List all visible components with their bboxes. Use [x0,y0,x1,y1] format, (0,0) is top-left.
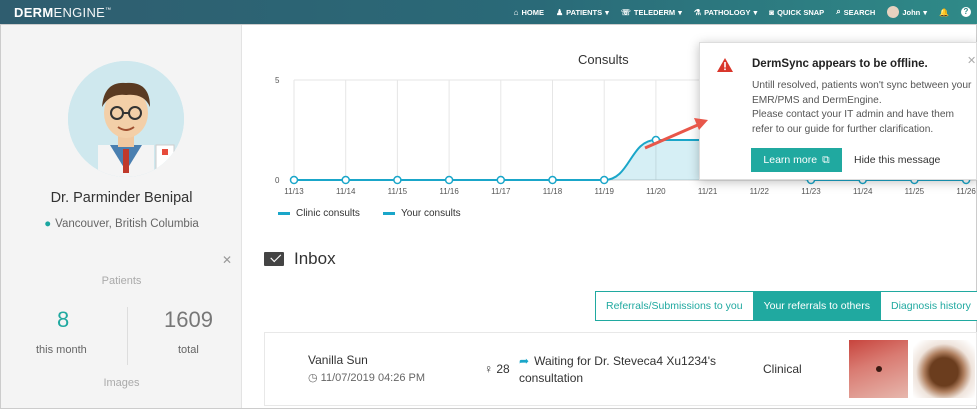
dermsync-offline-popup: DermSync appears to be offline. Untill r… [699,42,977,180]
warning-icon [717,58,733,72]
chart-title: Consults [578,52,629,67]
patients-total-label: total [178,344,199,356]
location-pin-icon: ● [44,218,52,230]
patients-this-month-value: 8 [57,307,70,332]
notifications-button[interactable]: 🔔 [939,8,949,17]
clock-icon: ◷ [308,372,321,384]
caret-down-icon: ▾ [923,7,928,17]
camera-icon: ◙ [769,7,775,17]
patients-total-value: 1609 [164,307,213,332]
hide-message-link[interactable]: Hide this message [854,154,940,166]
profile-panel: Dr. Parminder Benipal ● Vancouver, Britis… [1,25,242,408]
tab-your-referrals[interactable]: Your referrals to others [753,291,881,321]
nav-home[interactable]: ⌂ HOME [514,8,544,17]
tab-referrals-to-you[interactable]: Referrals/Submissions to you [595,291,754,321]
telederm-icon: ☏ [620,7,631,17]
search-icon: ⌕ [836,7,841,16]
popup-body: Untill resolved, patients won't sync bet… [752,80,972,135]
inbox-tabs: Referrals/Submissions to you Your referr… [595,291,977,321]
forward-arrow-icon: ➦ [519,354,530,368]
help-button[interactable]: ? [961,7,971,17]
legend-yours[interactable]: Your consults [383,208,461,219]
brand-logo[interactable]: DERMENGINE™ [14,5,111,20]
user-menu[interactable]: John ▾ [887,6,927,18]
caret-down-icon: ▾ [678,7,682,17]
referral-type: Clinical [763,362,802,376]
home-icon: ⌂ [513,7,519,17]
images-heading: Images [103,377,140,389]
person-icon: ♀ [484,362,497,376]
patients-this-month-label: this month [36,344,87,356]
inbox-heading: Inbox [264,249,336,269]
envelope-icon [264,252,284,266]
legend-swatch [278,212,290,215]
referral-status: ➦ Waiting for Dr. Steveca4 Xu1234's consu… [519,354,717,385]
patients-icon: ♟ [555,7,564,17]
bell-icon: 🔔 [939,7,949,17]
doctor-name: Dr. Parminder Benipal [50,190,193,206]
main-nav: ⌂ HOME ♟ PATIENTS ▾ ☏ TELEDERM ▾ ⚗ PATHOLOGY ▾ … [514,0,971,24]
top-navbar: DERMENGINE™ ⌂ HOME ♟ PATIENTS ▾ ☏ TELEDERM ▾ … [0,0,977,24]
referral-time: ◷ 11/07/2019 04:26 PM [308,372,426,384]
stat-divider [127,307,128,365]
learn-more-button[interactable]: Learn more ⧉ [751,148,842,172]
caret-down-icon: ▾ [605,7,609,17]
popup-title: DermSync appears to be offline. [752,58,928,70]
nav-telederm[interactable]: ☏ TELEDERM ▾ [621,8,682,17]
dermoscopic-image-thumbnail[interactable] [913,340,975,398]
doctor-avatar [68,61,184,177]
nav-quick-snap[interactable]: ◙ QUICK SNAP [769,8,824,17]
legend-swatch [383,212,395,215]
microscope-icon: ⚗ [693,7,702,17]
patients-heading: Patients [101,275,142,287]
patient-name: Vanilla Sun [308,353,368,367]
legend-clinic[interactable]: Clinic consults [278,208,360,219]
clinical-image-thumbnail[interactable] [849,340,908,398]
patient-age: ♀ 28 [484,362,510,376]
help-icon: ? [961,7,971,17]
nav-patients[interactable]: ♟ PATIENTS ▾ [556,8,609,17]
nav-search[interactable]: ⌕ SEARCH [836,7,875,17]
nav-pathology[interactable]: ⚗ PATHOLOGY ▾ [694,8,757,17]
avatar [887,6,900,18]
external-link-icon: ⧉ [822,153,830,166]
doctor-location: ● Vancouver, British Columbia [44,218,199,230]
tab-diagnosis-history[interactable]: Diagnosis history [880,291,977,321]
caret-down-icon: ▾ [753,7,758,17]
inbox-row[interactable]: Vanilla Sun ◷ 11/07/2019 04:26 PM ♀ 28 ➦… [264,332,977,406]
popup-close-icon[interactable]: ✕ [967,54,976,67]
close-icon[interactable]: ✕ [222,253,232,267]
